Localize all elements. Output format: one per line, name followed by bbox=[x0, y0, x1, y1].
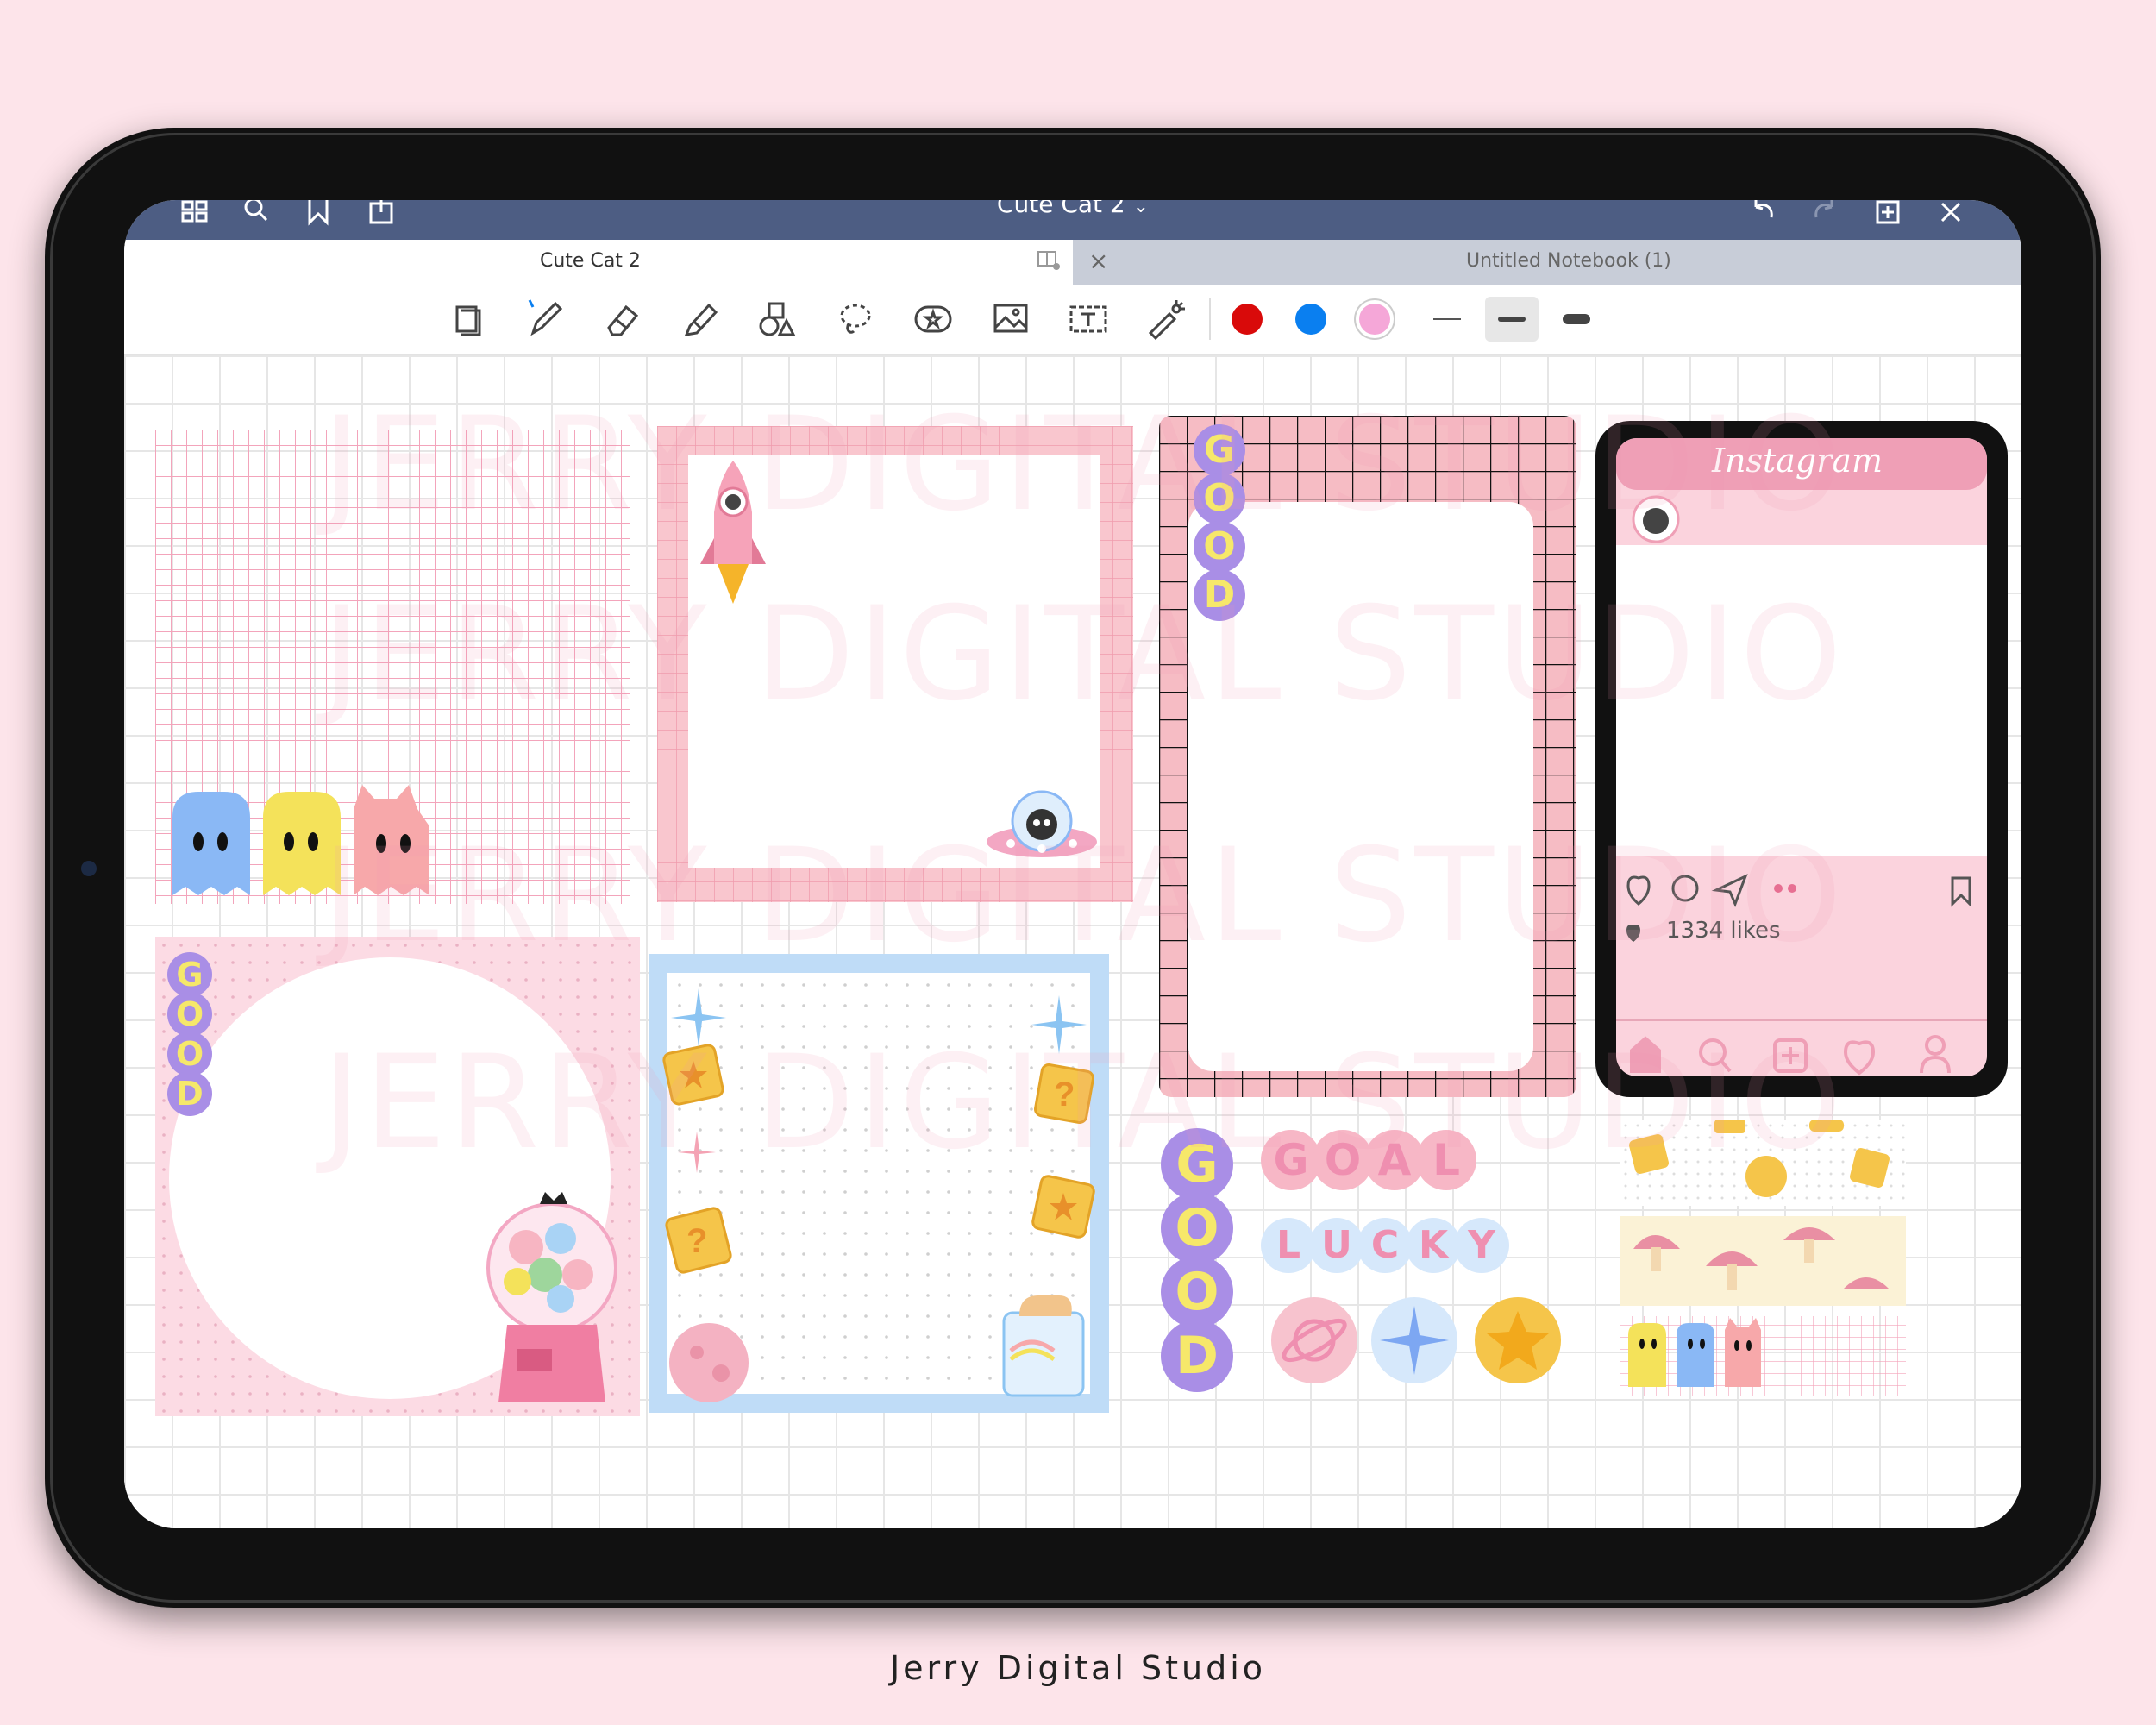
lucky-letter: U bbox=[1309, 1218, 1364, 1273]
watermark: JERRY DIGITAL STUDIO bbox=[323, 390, 1846, 540]
sticker-icon[interactable] bbox=[911, 297, 956, 342]
gumball-machine-icon bbox=[486, 1192, 617, 1402]
lasso-icon[interactable] bbox=[833, 297, 878, 342]
split-view-icon[interactable] bbox=[1037, 250, 1061, 271]
lucky-letter: Y bbox=[1454, 1218, 1509, 1273]
app-screen: Cute Cat 2 ⌄ Cute Cat 2 × Untitled Noteb… bbox=[124, 200, 2021, 1528]
star-badge-icon bbox=[1475, 1297, 1561, 1383]
svg-text:?: ? bbox=[686, 1222, 707, 1260]
camera bbox=[81, 861, 97, 876]
eraser-icon[interactable] bbox=[600, 297, 645, 342]
redo-icon[interactable] bbox=[1808, 200, 1842, 229]
tab-close-icon[interactable]: × bbox=[1088, 247, 1108, 275]
page-icon[interactable] bbox=[445, 297, 490, 342]
color-swatch-blue[interactable] bbox=[1295, 304, 1326, 335]
tab-cute-cat-2[interactable]: Cute Cat 2 bbox=[124, 240, 1073, 285]
lucky-letter: C bbox=[1357, 1218, 1413, 1273]
ghost-blue bbox=[172, 792, 250, 895]
highlighter-icon[interactable] bbox=[678, 297, 723, 342]
add-page-icon[interactable] bbox=[1871, 200, 1905, 229]
document-title-text: Cute Cat 2 bbox=[996, 200, 1125, 218]
lucky-letter: K bbox=[1406, 1218, 1461, 1273]
shapes-icon[interactable] bbox=[755, 297, 800, 342]
top-bar: Cute Cat 2 ⌄ bbox=[124, 200, 2021, 240]
good-letter-g: G bbox=[167, 952, 212, 997]
lucky-letter: L bbox=[1261, 1218, 1316, 1273]
badge-stickers-row[interactable] bbox=[1271, 1295, 1564, 1390]
good-letter-d: D bbox=[167, 1071, 212, 1116]
document-title[interactable]: Cute Cat 2 ⌄ bbox=[124, 200, 2021, 218]
lucky-sticker[interactable]: L U C K Y bbox=[1261, 1218, 1554, 1278]
tab-untitled-notebook[interactable]: Untitled Notebook (1) bbox=[1466, 250, 1671, 272]
watermark: JERRY DIGITAL STUDIO bbox=[323, 821, 1846, 971]
stroke-thin[interactable] bbox=[1423, 302, 1471, 336]
good-letter-o: O bbox=[167, 1032, 212, 1076]
undo-icon[interactable] bbox=[1745, 200, 1780, 229]
stroke-medium[interactable] bbox=[1485, 297, 1539, 342]
tab-bar: Cute Cat 2 × Untitled Notebook (1) bbox=[124, 240, 2021, 285]
color-swatch-pink[interactable] bbox=[1359, 304, 1390, 335]
tab-label: Cute Cat 2 bbox=[540, 250, 641, 272]
sparkle-badge-icon bbox=[1371, 1297, 1457, 1383]
toolbar-divider bbox=[1209, 298, 1211, 340]
chevron-down-icon: ⌄ bbox=[1132, 200, 1150, 217]
good-letter-d: D bbox=[1161, 1320, 1233, 1392]
watermark: JERRY DIGITAL STUDIO bbox=[323, 1028, 1846, 1178]
good-letter-o: O bbox=[1161, 1256, 1233, 1328]
color-swatch-red[interactable] bbox=[1232, 304, 1263, 335]
pen-icon[interactable] bbox=[523, 297, 567, 342]
tool-bar bbox=[124, 285, 2021, 355]
good-letter-o: O bbox=[167, 992, 212, 1037]
close-icon[interactable] bbox=[1934, 200, 1968, 229]
stroke-thick[interactable] bbox=[1552, 302, 1601, 336]
watermark: JERRY DIGITAL STUDIO bbox=[323, 580, 1846, 730]
planet-badge-icon bbox=[1271, 1297, 1357, 1383]
studio-footer: Jerry Digital Studio bbox=[889, 1649, 1267, 1687]
laser-pointer-icon[interactable] bbox=[1144, 297, 1188, 342]
text-icon[interactable] bbox=[1066, 297, 1111, 342]
good-sticker-small[interactable]: G O O D bbox=[167, 952, 219, 1125]
blue-dotted-card[interactable]: ?? bbox=[649, 954, 1109, 1413]
image-icon[interactable] bbox=[988, 297, 1033, 342]
good-letter-o: O bbox=[1161, 1192, 1233, 1264]
